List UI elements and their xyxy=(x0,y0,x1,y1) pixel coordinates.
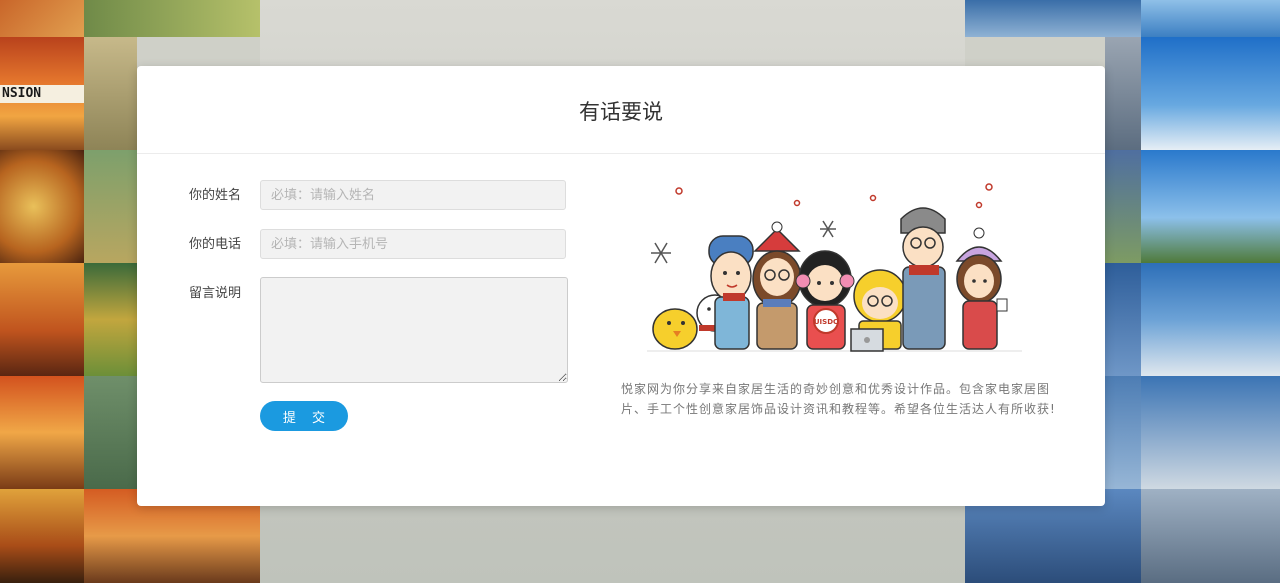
name-label: 你的姓名 xyxy=(189,188,242,203)
badge-text: UISDC xyxy=(814,318,838,326)
phone-input[interactable] xyxy=(260,229,566,259)
submit-button[interactable]: 提 交 xyxy=(260,401,348,431)
sign-text: NSION xyxy=(0,85,84,103)
phone-label: 你的电话 xyxy=(189,237,242,252)
message-textarea[interactable] xyxy=(260,277,568,383)
name-input[interactable] xyxy=(260,180,566,210)
title-divider xyxy=(137,153,1105,154)
message-label: 留言说明 xyxy=(189,286,242,301)
message-dialog: 有话要说 你的姓名 你的电话 留言说明 提 交 xyxy=(137,66,1105,506)
site-description: 悦家网为你分享来自家居生活的奇妙创意和优秀设计作品。包含家电家居图片、手工个性创… xyxy=(621,382,1056,416)
cartoon-characters-illustration: UISDC xyxy=(647,183,1022,352)
dialog-title: 有话要说 xyxy=(579,100,663,124)
